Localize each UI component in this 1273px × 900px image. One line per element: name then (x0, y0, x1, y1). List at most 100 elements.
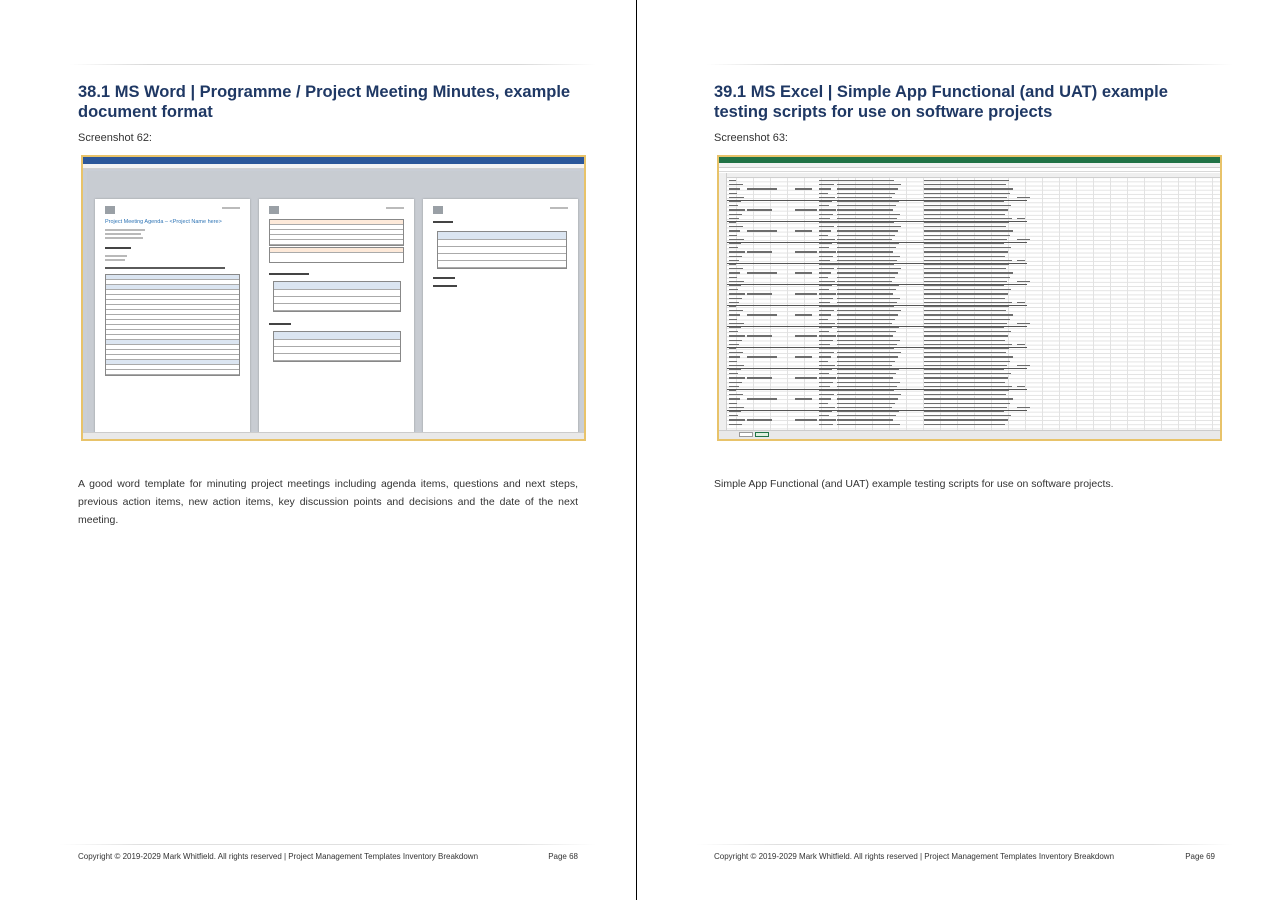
cell-text-stroke (924, 222, 1009, 224)
cell-text-stroke (819, 280, 835, 282)
cell-text-stroke (924, 411, 1004, 413)
cell-text-stroke (924, 209, 1008, 211)
cell-text-stroke (819, 243, 832, 245)
cell-text-stroke (837, 406, 892, 408)
left-page: 38.1 MS Word | Programme / Project Meeti… (0, 0, 636, 900)
cell-text-stroke (729, 411, 741, 413)
cell-text-stroke (729, 390, 736, 392)
cell-text-stroke (729, 364, 744, 366)
cell-text-stroke (837, 209, 893, 211)
word-page-2 (259, 199, 414, 439)
cell-text-stroke (819, 322, 835, 324)
cell-text-stroke (819, 272, 831, 274)
cell-text-stroke (819, 205, 829, 207)
cell-text-stroke (819, 377, 836, 379)
cell-text-stroke (837, 322, 892, 324)
cell-text-stroke (729, 238, 744, 240)
cell-text-stroke (924, 381, 1005, 383)
cell-text-stroke (729, 272, 740, 274)
cell-text-stroke (747, 293, 772, 295)
cell-text-stroke (924, 364, 1007, 366)
cell-text-stroke (795, 230, 812, 232)
cell-text-stroke (729, 343, 739, 345)
cell-text-stroke (924, 377, 1008, 379)
cell-text-stroke (837, 318, 895, 320)
cell-text-stroke (819, 318, 828, 320)
cell-text-stroke (729, 201, 741, 203)
cell-text-stroke (819, 411, 832, 413)
cell-text-stroke (924, 192, 1010, 194)
cell-text-stroke (837, 238, 892, 240)
cell-text-stroke (729, 360, 737, 362)
page-number: Page 68 (548, 852, 578, 861)
cell-text-stroke (819, 268, 834, 270)
cell-text-stroke (837, 201, 899, 203)
cell-text-stroke (729, 184, 743, 186)
cell-text-stroke (819, 306, 837, 308)
cell-text-stroke (837, 335, 893, 337)
excel-formula-bar (719, 168, 1220, 172)
cell-text-stroke (924, 247, 1011, 249)
cell-text-stroke (837, 394, 901, 396)
cell-text-stroke (837, 348, 894, 350)
cell-text-stroke (837, 289, 896, 291)
cell-text-stroke (924, 385, 1012, 387)
cell-text-stroke (837, 222, 894, 224)
cell-text-stroke (924, 184, 1006, 186)
cell-text-stroke (729, 217, 739, 219)
cell-text-stroke (924, 318, 1010, 320)
cell-text-stroke (819, 402, 828, 404)
cell-text-stroke (729, 255, 742, 257)
cell-text-stroke (837, 234, 895, 236)
cell-text-stroke (795, 398, 812, 400)
cell-text-stroke (819, 196, 835, 198)
cell-text-stroke (729, 243, 741, 245)
cell-text-stroke (729, 285, 741, 287)
cell-text-stroke (837, 268, 901, 270)
cell-text-stroke (729, 423, 742, 425)
cell-text-stroke (819, 209, 836, 211)
cell-text-stroke (837, 331, 896, 333)
cell-text-stroke (1017, 406, 1030, 408)
agenda-table (105, 274, 240, 376)
sheet-tab-active[interactable] (755, 432, 769, 437)
cell-text-stroke (819, 310, 834, 312)
word-page-3 (423, 199, 578, 439)
cell-text-stroke (819, 419, 836, 421)
word-statusbar (83, 432, 584, 439)
cell-text-stroke (924, 264, 1009, 266)
cell-text-stroke (729, 259, 739, 261)
cell-text-stroke (729, 335, 745, 337)
cell-text-stroke (729, 402, 737, 404)
cell-text-stroke (729, 209, 745, 211)
cell-text-stroke (729, 381, 742, 383)
sheet-tab[interactable] (739, 432, 753, 437)
cell-text-stroke (924, 255, 1005, 257)
cell-text-stroke (924, 230, 1013, 232)
cell-text-stroke (837, 343, 897, 345)
cell-text-stroke (819, 352, 834, 354)
cell-text-stroke (819, 201, 832, 203)
cell-text-stroke (837, 402, 895, 404)
excel-screenshot (717, 155, 1222, 441)
screenshot-label: Screenshot 63: (714, 132, 788, 144)
cell-text-stroke (924, 356, 1013, 358)
cell-text-stroke (1017, 217, 1025, 219)
cell-text-stroke (729, 297, 742, 299)
cell-text-stroke (924, 297, 1005, 299)
cell-text-stroke (924, 180, 1009, 182)
cell-text-stroke (924, 406, 1007, 408)
cell-text-stroke (924, 243, 1004, 245)
excel-sheet-tabs (719, 430, 1220, 439)
cell-text-stroke (819, 360, 828, 362)
cell-text-stroke (837, 285, 899, 287)
cell-text-stroke (924, 217, 1012, 219)
cell-text-stroke (924, 360, 1010, 362)
cell-text-stroke (729, 188, 740, 190)
cell-text-stroke (837, 184, 901, 186)
cell-text-stroke (729, 385, 739, 387)
cell-text-stroke (819, 381, 833, 383)
cell-text-stroke (837, 196, 892, 198)
cell-text-stroke (837, 419, 893, 421)
cell-text-stroke (924, 293, 1008, 295)
